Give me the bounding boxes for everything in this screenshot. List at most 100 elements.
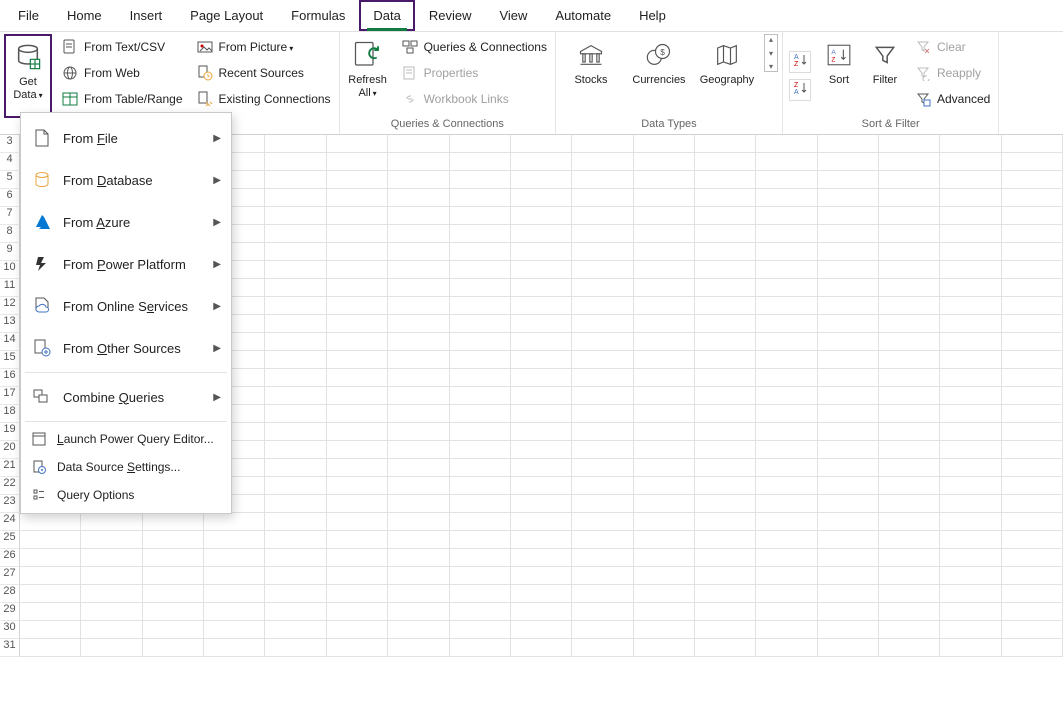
cell[interactable] — [388, 459, 449, 477]
row-header[interactable]: 10 — [0, 261, 20, 279]
cell[interactable] — [818, 441, 879, 459]
cell[interactable] — [1002, 495, 1063, 513]
cell[interactable] — [818, 567, 879, 585]
cell[interactable] — [756, 387, 817, 405]
cell[interactable] — [450, 567, 511, 585]
cell[interactable] — [1002, 459, 1063, 477]
cell[interactable] — [20, 513, 81, 531]
menu-file[interactable]: File — [4, 0, 53, 31]
cell[interactable] — [81, 567, 142, 585]
cell[interactable] — [634, 135, 695, 153]
cell[interactable] — [450, 279, 511, 297]
cell[interactable] — [756, 243, 817, 261]
cell[interactable] — [818, 189, 879, 207]
cell[interactable] — [327, 459, 388, 477]
row-header[interactable]: 17 — [0, 387, 20, 405]
cell[interactable] — [1002, 621, 1063, 639]
cell[interactable] — [511, 495, 572, 513]
cell[interactable] — [327, 495, 388, 513]
cell[interactable] — [450, 171, 511, 189]
row-header[interactable]: 18 — [0, 405, 20, 423]
cell[interactable] — [1002, 333, 1063, 351]
cell[interactable] — [818, 477, 879, 495]
cell[interactable] — [756, 603, 817, 621]
cell[interactable] — [388, 567, 449, 585]
cell[interactable] — [143, 603, 204, 621]
cell[interactable] — [634, 261, 695, 279]
cell[interactable] — [879, 135, 940, 153]
cell[interactable] — [879, 153, 940, 171]
menu-insert[interactable]: Insert — [116, 0, 177, 31]
cell[interactable] — [20, 639, 81, 657]
row-header[interactable]: 31 — [0, 639, 20, 657]
cell[interactable] — [940, 495, 1001, 513]
cell[interactable] — [204, 621, 265, 639]
cell[interactable] — [265, 531, 326, 549]
row-header[interactable]: 15 — [0, 351, 20, 369]
row-header[interactable]: 29 — [0, 603, 20, 621]
cell[interactable] — [818, 171, 879, 189]
cell[interactable] — [450, 261, 511, 279]
cell[interactable] — [634, 153, 695, 171]
cell[interactable] — [756, 315, 817, 333]
cell[interactable] — [511, 639, 572, 657]
cell[interactable] — [695, 423, 756, 441]
dropdown-combine-queries[interactable]: Combine Queries ▶ — [21, 376, 231, 418]
cell[interactable] — [695, 207, 756, 225]
cell[interactable] — [388, 423, 449, 441]
row-header[interactable]: 25 — [0, 531, 20, 549]
cell[interactable] — [940, 225, 1001, 243]
cell[interactable] — [695, 513, 756, 531]
cell[interactable] — [879, 531, 940, 549]
cell[interactable] — [204, 603, 265, 621]
cell[interactable] — [695, 387, 756, 405]
cell[interactable] — [634, 441, 695, 459]
cell[interactable] — [327, 171, 388, 189]
cell[interactable] — [940, 189, 1001, 207]
dropdown-from-online-services[interactable]: From Online Services ▶ — [21, 285, 231, 327]
cell[interactable] — [818, 243, 879, 261]
cell[interactable] — [818, 603, 879, 621]
dropdown-from-file[interactable]: From File ▶ — [21, 117, 231, 159]
cell[interactable] — [879, 387, 940, 405]
cell[interactable] — [388, 261, 449, 279]
cell[interactable] — [327, 513, 388, 531]
cell[interactable] — [511, 297, 572, 315]
cell[interactable] — [818, 495, 879, 513]
cell[interactable] — [879, 621, 940, 639]
cell[interactable] — [327, 549, 388, 567]
menu-data[interactable]: Data — [359, 0, 414, 31]
menu-formulas[interactable]: Formulas — [277, 0, 359, 31]
advanced-filter-button[interactable]: Advanced — [911, 86, 994, 112]
cell[interactable] — [511, 603, 572, 621]
row-header[interactable]: 16 — [0, 369, 20, 387]
cell[interactable] — [143, 585, 204, 603]
cell[interactable] — [940, 477, 1001, 495]
cell[interactable] — [265, 351, 326, 369]
cell[interactable] — [572, 531, 633, 549]
cell[interactable] — [265, 297, 326, 315]
cell[interactable] — [695, 495, 756, 513]
row-header[interactable]: 19 — [0, 423, 20, 441]
cell[interactable] — [327, 315, 388, 333]
cell[interactable] — [450, 459, 511, 477]
recent-sources-button[interactable]: Recent Sources — [193, 60, 335, 86]
row-header[interactable]: 28 — [0, 585, 20, 603]
cell[interactable] — [940, 459, 1001, 477]
cell[interactable] — [143, 639, 204, 657]
cell[interactable] — [634, 639, 695, 657]
cell[interactable] — [940, 585, 1001, 603]
cell[interactable] — [1002, 549, 1063, 567]
cell[interactable] — [388, 153, 449, 171]
cell[interactable] — [388, 549, 449, 567]
cell[interactable] — [20, 621, 81, 639]
cell[interactable] — [327, 531, 388, 549]
dropdown-query-options[interactable]: Query Options — [21, 481, 231, 509]
cell[interactable] — [511, 441, 572, 459]
cell[interactable] — [695, 315, 756, 333]
cell[interactable] — [388, 333, 449, 351]
filter-button[interactable]: Filter — [865, 34, 905, 118]
row-header[interactable]: 21 — [0, 459, 20, 477]
cell[interactable] — [695, 441, 756, 459]
stocks-button[interactable]: Stocks — [560, 34, 622, 89]
